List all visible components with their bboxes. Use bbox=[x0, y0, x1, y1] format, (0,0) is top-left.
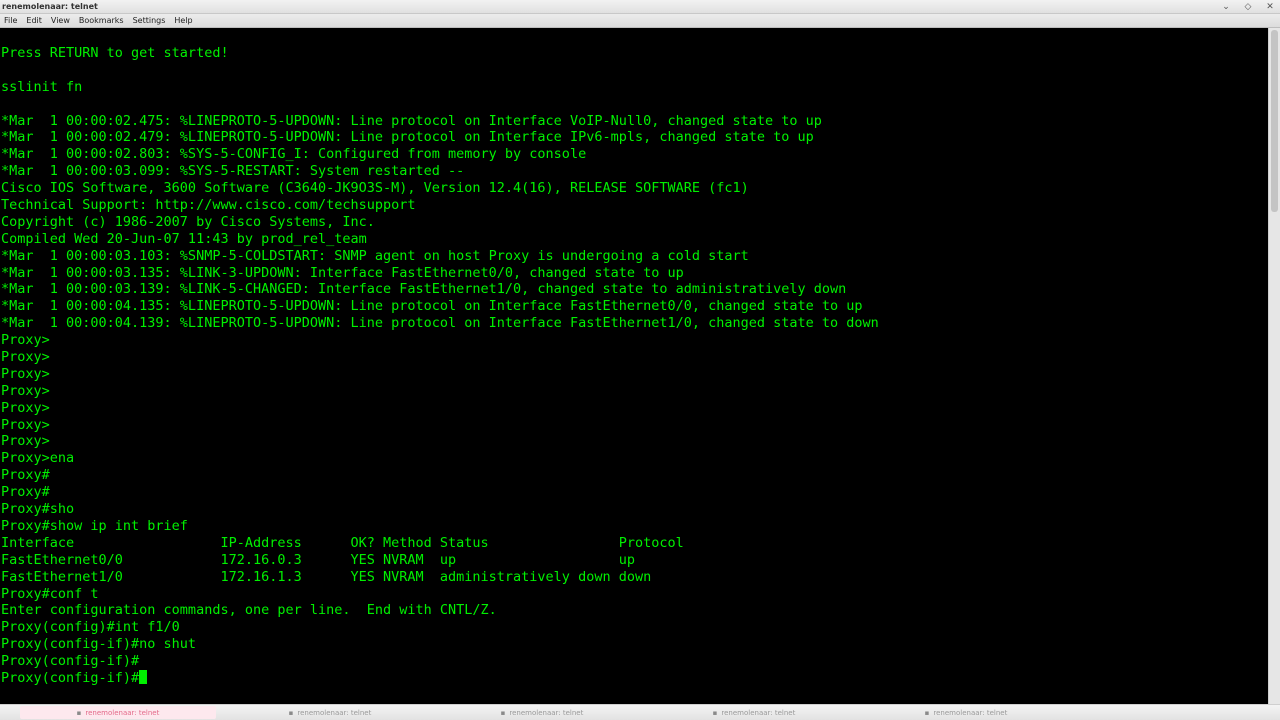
terminal-line: *Mar 1 00:00:02.803: %SYS-5-CONFIG_I: Co… bbox=[1, 146, 587, 163]
terminal-icon: ▪ bbox=[76, 708, 82, 717]
session-tab-label: renemolenaar: telnet bbox=[721, 708, 796, 717]
window-title: renemolenaar: telnet bbox=[2, 2, 98, 11]
session-tab-3[interactable]: ▪ renemolenaar: telnet bbox=[444, 706, 640, 719]
menu-bar: File Edit View Bookmarks Settings Help bbox=[0, 14, 1280, 28]
minimize-icon[interactable]: ⌄ bbox=[1220, 0, 1232, 14]
terminal-line: *Mar 1 00:00:03.139: %LINK-5-CHANGED: In… bbox=[1, 281, 847, 298]
terminal-line: *Mar 1 00:00:03.103: %SNMP-5-COLDSTART: … bbox=[1, 247, 749, 264]
session-tab-label: renemolenaar: telnet bbox=[933, 708, 1008, 717]
menu-settings[interactable]: Settings bbox=[133, 14, 166, 27]
session-tab-label: renemolenaar: telnet bbox=[85, 708, 160, 717]
terminal-output[interactable]: Press RETURN to get started! sslinit fn *M… bbox=[0, 28, 1268, 704]
terminal-line: FastEthernet0/0 172.16.0.3 YES NVRAM up … bbox=[1, 551, 635, 568]
terminal-line: Proxy# bbox=[1, 467, 50, 484]
terminal-line: Proxy> bbox=[1, 332, 50, 349]
terminal-line: Proxy> bbox=[1, 399, 50, 416]
terminal-line: Proxy> bbox=[1, 416, 50, 433]
terminal-lines: Press RETURN to get started! sslinit fn *M… bbox=[1, 45, 879, 687]
terminal-line: Proxy#conf t bbox=[1, 585, 99, 602]
terminal-line: sslinit fn bbox=[1, 78, 83, 95]
menu-edit[interactable]: Edit bbox=[26, 14, 42, 27]
terminal-line: Proxy(config-if)# bbox=[1, 669, 879, 687]
terminal-line: Proxy# bbox=[1, 484, 50, 501]
terminal-line: Proxy(config)#int f1/0 bbox=[1, 619, 180, 636]
terminal-icon: ▪ bbox=[712, 708, 718, 717]
session-tab-1[interactable]: ▪ renemolenaar: telnet bbox=[20, 706, 216, 719]
terminal-line: *Mar 1 00:00:02.479: %LINEPROTO-5-UPDOWN… bbox=[1, 129, 814, 146]
close-icon[interactable]: ✕ bbox=[1264, 0, 1276, 14]
terminal-line: FastEthernet1/0 172.16.1.3 YES NVRAM adm… bbox=[1, 568, 652, 585]
terminal-line: *Mar 1 00:00:04.139: %LINEPROTO-5-UPDOWN… bbox=[1, 315, 879, 332]
terminal-line: Press RETURN to get started! bbox=[1, 45, 229, 61]
terminal-line: Enter configuration commands, one per li… bbox=[1, 602, 497, 619]
window-controls: ⌄ ◇ ✕ bbox=[1220, 0, 1276, 14]
session-tab-label: renemolenaar: telnet bbox=[509, 708, 584, 717]
terminal-line: Proxy#show ip int brief bbox=[1, 517, 188, 534]
terminal-line: *Mar 1 00:00:03.135: %LINK-3-UPDOWN: Int… bbox=[1, 264, 684, 281]
window-titlebar[interactable]: renemolenaar: telnet ⌄ ◇ ✕ bbox=[0, 0, 1280, 14]
menu-view[interactable]: View bbox=[51, 14, 70, 27]
session-tab-bar: ▪ renemolenaar: telnet ▪ renemolenaar: t… bbox=[0, 704, 1280, 720]
session-tab-label: renemolenaar: telnet bbox=[297, 708, 372, 717]
terminal-line: Technical Support: http://www.cisco.com/… bbox=[1, 197, 416, 214]
terminal-cursor bbox=[139, 669, 148, 684]
menu-help[interactable]: Help bbox=[174, 14, 192, 27]
terminal-line: Proxy(config-if)#no shut bbox=[1, 636, 197, 653]
terminal-line: Copyright (c) 1986-2007 by Cisco Systems… bbox=[1, 213, 375, 230]
maximize-icon[interactable]: ◇ bbox=[1242, 0, 1254, 14]
menu-bookmarks[interactable]: Bookmarks bbox=[79, 14, 124, 27]
scrollbar-thumb[interactable] bbox=[1271, 30, 1278, 212]
terminal-line: Proxy(config-if)# bbox=[1, 653, 140, 670]
session-tab-2[interactable]: ▪ renemolenaar: telnet bbox=[232, 706, 428, 719]
terminal-line: Proxy> bbox=[1, 365, 50, 382]
session-tab-5[interactable]: ▪ renemolenaar: telnet bbox=[868, 706, 1064, 719]
menu-file[interactable]: File bbox=[4, 14, 17, 27]
terminal-scrollbar[interactable] bbox=[1268, 28, 1280, 704]
terminal-icon: ▪ bbox=[500, 708, 506, 717]
session-tab-4[interactable]: ▪ renemolenaar: telnet bbox=[656, 706, 852, 719]
terminal-line: Compiled Wed 20-Jun-07 11:43 by prod_rel… bbox=[1, 230, 367, 247]
terminal-line: Proxy#sho bbox=[1, 501, 75, 518]
terminal-line: Proxy>ena bbox=[1, 450, 75, 467]
terminal-line: *Mar 1 00:00:04.135: %LINEPROTO-5-UPDOWN… bbox=[1, 298, 863, 315]
terminal-icon: ▪ bbox=[924, 708, 930, 717]
terminal-line: Proxy> bbox=[1, 349, 50, 366]
terminal-line: Interface IP-Address OK? Method Status P… bbox=[1, 534, 684, 551]
terminal-line: Proxy> bbox=[1, 433, 50, 450]
terminal-icon: ▪ bbox=[288, 708, 294, 717]
terminal-line: Proxy> bbox=[1, 382, 50, 399]
terminal-line: *Mar 1 00:00:02.475: %LINEPROTO-5-UPDOWN… bbox=[1, 112, 822, 129]
terminal-line: Cisco IOS Software, 3600 Software (C3640… bbox=[1, 180, 749, 197]
terminal-line: *Mar 1 00:00:03.099: %SYS-5-RESTART: Sys… bbox=[1, 163, 465, 180]
